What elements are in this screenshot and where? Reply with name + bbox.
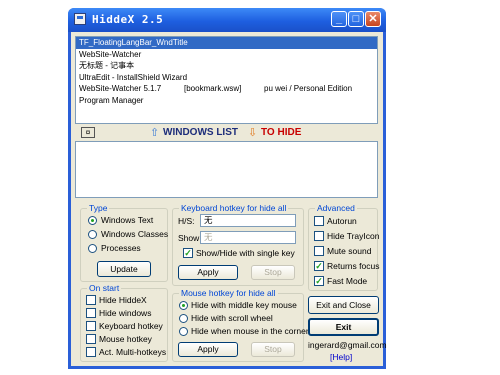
mute-sound-label: Mute sound xyxy=(327,246,372,256)
returns-focus-checkbox[interactable]: ✓ xyxy=(314,261,324,271)
radio-middle-key[interactable] xyxy=(179,301,188,310)
mouse-stop-button: Stop xyxy=(251,342,295,357)
list-item-title: 无标题 - 记事本 xyxy=(79,61,135,70)
list-item-col2: [bookmark.wsw] xyxy=(184,84,242,93)
radio-processes-label: Processes xyxy=(101,243,141,253)
hide-hiddex-label: Hide HiddeX xyxy=(99,295,147,305)
mouse-hotkey-group: Mouse hotkey for hide all Hide with midd… xyxy=(172,288,309,362)
single-key-label: Show/Hide with single key xyxy=(196,248,295,258)
keyboard-hotkey-checkbox[interactable] xyxy=(86,321,96,331)
maximize-button[interactable]: □ xyxy=(348,11,364,27)
list-item-title: WebSite-Watcher xyxy=(79,49,142,59)
to-hide-label[interactable]: TO HIDE xyxy=(261,127,301,138)
hide-trayicon-label: Hide TrayIcon xyxy=(327,231,380,241)
radio-scroll-wheel-label: Hide with scroll wheel xyxy=(191,313,273,323)
update-button[interactable]: Update xyxy=(97,261,151,277)
swap-button[interactable]: ¤ xyxy=(81,127,95,138)
multi-hotkeys-label: Act. Multi-hotkeys xyxy=(99,347,167,357)
list-item[interactable]: Program Manager xyxy=(76,95,377,107)
list-item-title: WebSite-Watcher 5.1.7 xyxy=(79,84,162,93)
radio-scroll-wheel[interactable] xyxy=(179,314,188,323)
hide-windows-checkbox[interactable] xyxy=(86,308,96,318)
windows-list[interactable]: TF_FloatingLangBar_WndTitle WebSite-Watc… xyxy=(75,36,378,124)
minimize-button[interactable]: _ xyxy=(331,11,347,27)
keyboard-hotkey-group: Keyboard hotkey for hide all H/S: 无 Show… xyxy=(172,203,304,286)
hide-hiddex-checkbox[interactable] xyxy=(86,295,96,305)
help-link[interactable]: [Help] xyxy=(330,352,352,362)
show-hotkey-input: 无 xyxy=(200,231,296,244)
to-hide-list[interactable] xyxy=(75,141,378,198)
mouse-hotkey-checkbox[interactable] xyxy=(86,334,96,344)
single-key-checkbox[interactable]: ✓ xyxy=(183,248,193,258)
radio-mouse-corner-label: Hide when mouse in the corner xyxy=(191,326,309,336)
mute-sound-checkbox[interactable] xyxy=(314,246,324,256)
author-email: ingerard@gmail.com xyxy=(308,340,387,350)
autorun-checkbox[interactable] xyxy=(314,216,324,226)
show-label: Show: xyxy=(178,233,202,243)
advanced-legend: Advanced xyxy=(315,203,357,213)
autorun-label: Autorun xyxy=(327,216,357,226)
mouse-apply-button[interactable]: Apply xyxy=(178,342,238,357)
list-item-title: Program Manager xyxy=(79,95,144,105)
hiddex-window: HiddeX 2.5 _ □ ✕ TF_FloatingLangBar_WndT… xyxy=(68,8,387,369)
radio-mouse-corner[interactable] xyxy=(179,327,188,336)
window-title: HiddeX 2.5 xyxy=(92,13,164,26)
hide-windows-label: Hide windows xyxy=(99,308,152,318)
keyboard-stop-button: Stop xyxy=(251,265,295,280)
close-button[interactable]: ✕ xyxy=(365,11,381,27)
mouse-hotkey-legend: Mouse hotkey for hide all xyxy=(179,288,278,298)
exit-button[interactable]: Exit xyxy=(308,318,379,336)
on-start-legend: On start xyxy=(87,283,122,293)
up-arrow-icon: ⇧ xyxy=(150,127,160,139)
down-arrow-icon: ⇩ xyxy=(248,127,258,139)
exit-and-close-button[interactable]: Exit and Close xyxy=(308,296,379,314)
radio-windows-classes-label: Windows Classes xyxy=(101,229,169,239)
mouse-hotkey-label: Mouse hotkey xyxy=(99,334,152,344)
radio-middle-key-label: Hide with middle key mouse xyxy=(191,300,297,310)
list-item-col3: pu wei / Personal Edition xyxy=(264,84,353,93)
app-icon xyxy=(74,13,86,25)
type-group: Type Windows Text Windows Classes Proces… xyxy=(80,203,169,282)
radio-windows-text[interactable] xyxy=(88,216,97,225)
returns-focus-label: Returns focus xyxy=(327,261,380,271)
on-start-group: On start Hide HiddeX Hide windows Keyboa… xyxy=(80,283,168,362)
fast-mode-checkbox[interactable]: ✓ xyxy=(314,276,324,286)
keyboard-hotkey-legend: Keyboard hotkey for hide all xyxy=(179,203,289,213)
hide-trayicon-checkbox[interactable] xyxy=(314,231,324,241)
keyboard-apply-button[interactable]: Apply xyxy=(178,265,238,280)
title-bar[interactable]: HiddeX 2.5 _ □ ✕ xyxy=(68,8,386,32)
list-item[interactable]: WebSite-Watcher xyxy=(76,49,377,61)
advanced-group: Advanced Autorun Hide TrayIcon Mute soun… xyxy=(308,203,380,291)
list-item[interactable]: TF_FloatingLangBar_WndTitle xyxy=(76,37,377,49)
list-item-title: UltraEdit - InstallShield Wizard xyxy=(79,72,188,82)
radio-windows-text-label: Windows Text xyxy=(101,215,154,225)
list-item[interactable]: 无标题 - 记事本 xyxy=(76,60,377,72)
hs-label: H/S: xyxy=(178,216,195,226)
windows-list-label[interactable]: WINDOWS LIST xyxy=(163,127,238,138)
fast-mode-label: Fast Mode xyxy=(327,276,368,286)
list-item[interactable]: UltraEdit - InstallShield Wizard xyxy=(76,72,377,84)
list-item[interactable]: WebSite-Watcher 5.1.7 [bookmark.wsw] pu … xyxy=(76,83,377,95)
keyboard-hotkey-label: Keyboard hotkey xyxy=(99,321,163,331)
hs-hotkey-input[interactable]: 无 xyxy=(200,214,296,227)
multi-hotkeys-checkbox[interactable] xyxy=(86,347,96,357)
list-item-title: TF_FloatingLangBar_WndTitle xyxy=(79,38,188,47)
client-area: TF_FloatingLangBar_WndTitle WebSite-Watc… xyxy=(71,32,387,366)
type-legend: Type xyxy=(87,203,110,213)
radio-windows-classes[interactable] xyxy=(88,230,97,239)
radio-processes[interactable] xyxy=(88,244,97,253)
